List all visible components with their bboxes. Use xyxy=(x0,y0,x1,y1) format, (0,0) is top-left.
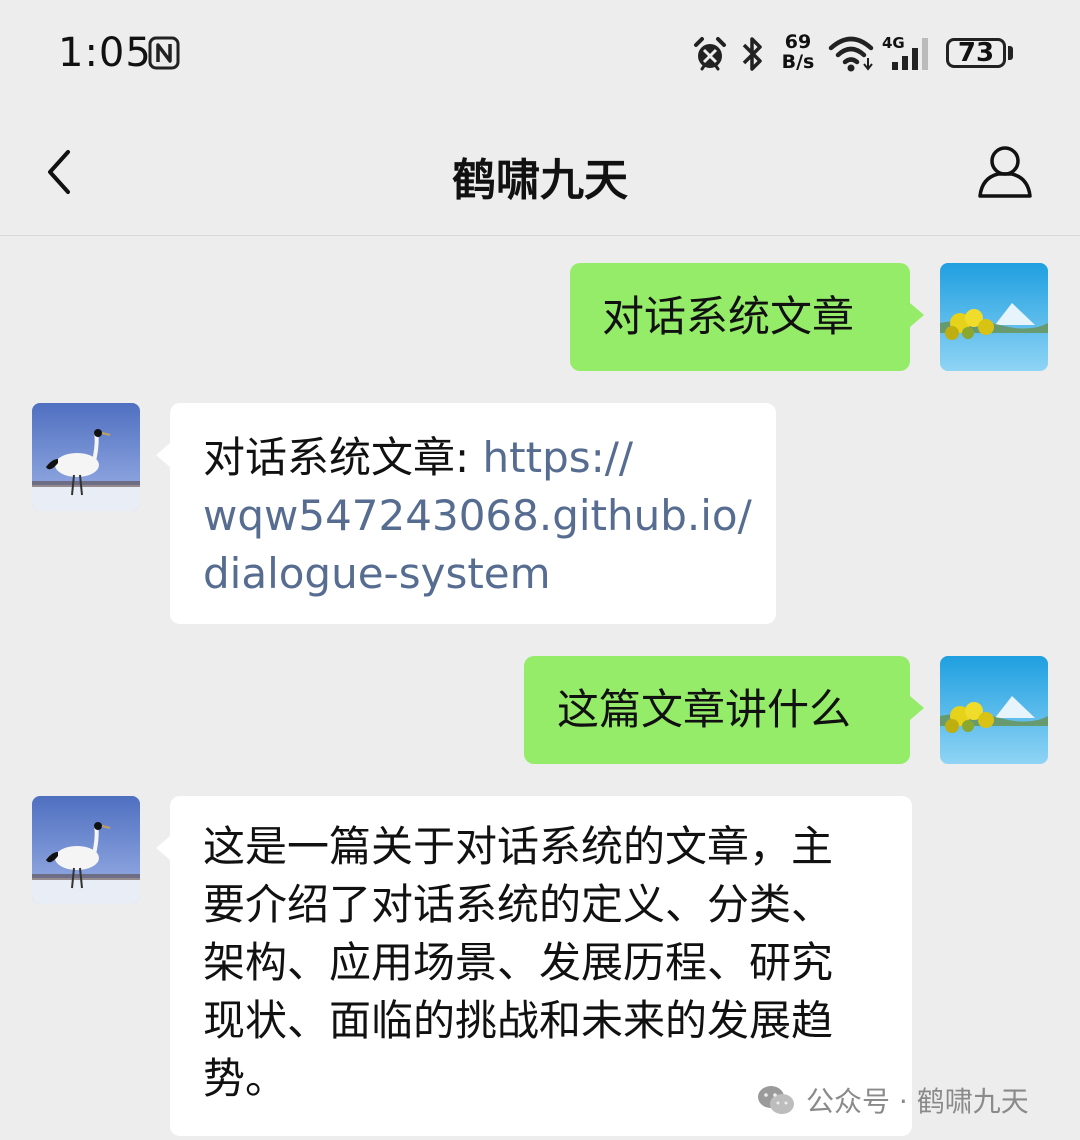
network-speed-value: 69 xyxy=(784,31,812,53)
wechat-icon xyxy=(758,1086,794,1114)
battery-tip xyxy=(1008,46,1013,60)
status-time: 1:05 xyxy=(58,30,152,76)
wifi-icon xyxy=(828,36,874,72)
my-avatar[interactable] xyxy=(940,263,1048,371)
message-line: 对话系统文章: https:// xyxy=(203,429,776,487)
message-bubble-outgoing[interactable]: 这篇文章讲什么 xyxy=(524,656,924,764)
chat-title: 鹤啸九天 xyxy=(452,155,628,206)
contact-avatar[interactable] xyxy=(32,796,140,904)
signal-icon xyxy=(892,38,928,70)
watermark: 公众号 · 鹤啸九天 xyxy=(756,1080,1029,1120)
bluetooth-icon xyxy=(742,37,762,71)
chat-header: 鹤啸九天 xyxy=(0,110,1080,236)
my-avatar[interactable] xyxy=(940,656,1048,764)
network-speed-unit: B/s xyxy=(781,51,815,73)
nfc-icon xyxy=(148,36,180,70)
alarm-icon xyxy=(694,37,726,71)
message-text: 对话系统文章: xyxy=(203,433,483,482)
link-text[interactable]: dialogue-system xyxy=(203,545,776,603)
status-bar: 1:05 69 B/s 4G 73 xyxy=(0,0,1080,110)
message-line: 这是一篇关于对话系统的文章，主 xyxy=(203,822,834,871)
person-icon[interactable] xyxy=(974,140,1036,202)
watermark-text: 公众号 · 鹤啸九天 xyxy=(806,1085,1029,1118)
message-line: 要介绍了对话系统的定义、分类、 xyxy=(203,880,834,929)
battery-level: 73 xyxy=(957,38,995,68)
contact-avatar[interactable] xyxy=(32,403,140,511)
link-text[interactable]: https:// xyxy=(483,433,634,482)
message-bubble-outgoing[interactable]: 对话系统文章 xyxy=(570,263,924,371)
link-text[interactable]: wqw547243068.github.io/ xyxy=(203,487,776,545)
message-bubble-incoming[interactable]: 对话系统文章: https:// wqw547243068.github.io/… xyxy=(156,403,776,624)
message-line: 架构、应用场景、发展历程、研究 xyxy=(203,938,834,987)
message-text: 对话系统文章 xyxy=(602,292,855,341)
network-speed: 69 B/s xyxy=(778,32,818,72)
message-text: 这篇文章讲什么 xyxy=(557,685,852,734)
message-line: 现状、面临的挑战和未来的发展趋 xyxy=(203,996,834,1045)
